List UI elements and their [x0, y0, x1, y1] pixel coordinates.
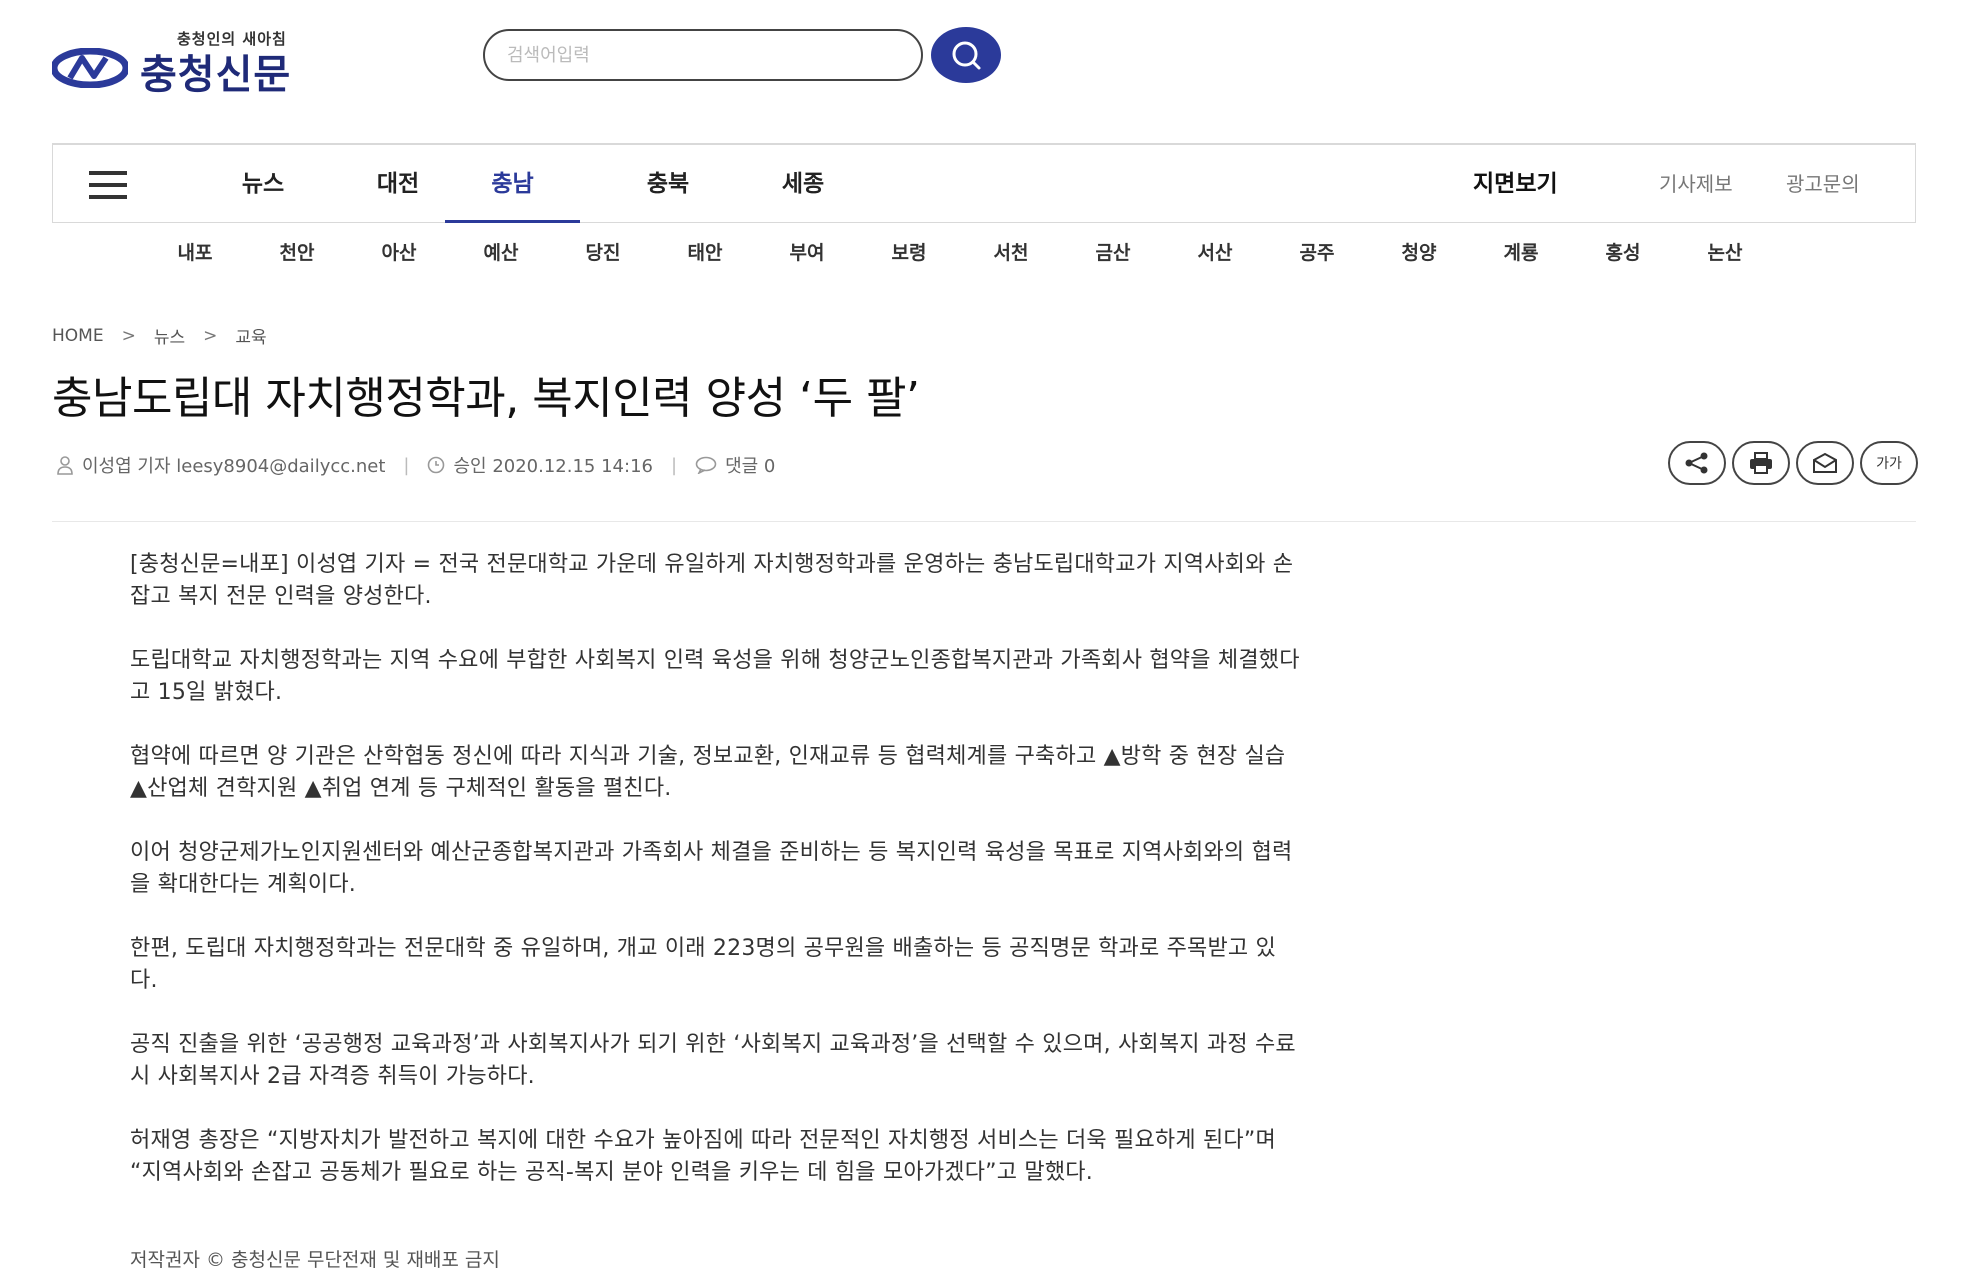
- share-icon: [1685, 452, 1708, 474]
- nav-item-daejeon[interactable]: 대전: [338, 145, 458, 223]
- meta-divider: |: [403, 454, 410, 476]
- sub-item[interactable]: 금산: [1068, 238, 1158, 265]
- sub-item[interactable]: 예산: [456, 238, 546, 265]
- sub-item[interactable]: 서산: [1170, 238, 1260, 265]
- article-paragraph: 도립대학교 자치행정학과는 지역 수요에 부합한 사회복지 인력 육성을 위해 …: [130, 648, 1300, 705]
- page-title: 충남도립대 자치행정학과, 복지인력 양성 ‘두 팔’: [52, 373, 920, 424]
- nav-item-news[interactable]: 뉴스: [203, 145, 323, 223]
- sub-item[interactable]: 청양: [1374, 238, 1464, 265]
- sub-item[interactable]: 당진: [558, 238, 648, 265]
- sub-item[interactable]: 천안: [252, 238, 342, 265]
- sub-item[interactable]: 보령: [864, 238, 954, 265]
- chevron-right-icon: >: [121, 325, 136, 346]
- divider-line: [52, 521, 1916, 522]
- search-icon: [952, 41, 981, 70]
- article-paragraph: 허재영 총장은 “지방자치가 발전하고 복지에 대한 수요가 높아짐에 따라 전…: [130, 1128, 1276, 1185]
- breadcrumb: HOME > 뉴스 > 교육: [52, 323, 267, 349]
- article-meta: 이성엽 기자 leesy8904@dailycc.net | 승인 2020.1…: [56, 452, 775, 478]
- article-tools: 가가: [1668, 441, 1918, 485]
- article-body: [충청신문=내포] 이성엽 기자 = 전국 전문대학교 가운데 유일하게 자치행…: [130, 549, 1300, 1221]
- main-nav: 뉴스 대전 충남 충북 세종 지면보기 기사제보 광고문의: [52, 143, 1916, 223]
- logo-mark-icon: [52, 48, 128, 88]
- search-input[interactable]: [483, 29, 923, 81]
- site-logo[interactable]: 충청인의 새아침 충청신문: [52, 28, 372, 98]
- mail-icon: [1813, 452, 1837, 473]
- article-paragraph: 이어 청양군제가노인지원센터와 예산군종합복지관과 가족회사 체결을 준비하는 …: [130, 840, 1293, 897]
- menu-icon[interactable]: [89, 171, 127, 199]
- printer-icon: [1750, 452, 1772, 474]
- print-button[interactable]: [1732, 441, 1790, 485]
- nav-print-edition[interactable]: 지면보기: [1473, 145, 1558, 223]
- sub-item[interactable]: 부여: [762, 238, 852, 265]
- sub-item[interactable]: 아산: [354, 238, 444, 265]
- sub-item[interactable]: 공주: [1272, 238, 1362, 265]
- sub-item[interactable]: 계룡: [1476, 238, 1566, 265]
- breadcrumb-home[interactable]: HOME: [52, 326, 104, 346]
- user-icon: [57, 456, 73, 475]
- nav-item-chungnam[interactable]: 충남: [445, 145, 580, 223]
- font-size-button[interactable]: 가가: [1860, 441, 1918, 485]
- share-button[interactable]: [1668, 441, 1726, 485]
- sub-item[interactable]: 태안: [660, 238, 750, 265]
- article-paragraph: 한편, 도립대 자치행정학과는 전문대학 중 유일하며, 개교 이래 223명의…: [130, 936, 1276, 993]
- logo-site-name: 충청신문: [140, 52, 292, 98]
- nav-ad-inquiry[interactable]: 광고문의: [1786, 145, 1860, 223]
- email-button[interactable]: [1796, 441, 1854, 485]
- approved-date: 승인 2020.12.15 14:16: [453, 456, 653, 477]
- breadcrumb-news[interactable]: 뉴스: [154, 323, 185, 348]
- sub-item[interactable]: 내포: [150, 238, 240, 265]
- comment-count[interactable]: 댓글 0: [725, 452, 775, 478]
- sub-item[interactable]: 논산: [1680, 238, 1770, 265]
- sub-item[interactable]: 홍성: [1578, 238, 1668, 265]
- reporter-byline: 이성엽 기자 leesy8904@dailycc.net: [82, 456, 386, 477]
- breadcrumb-education[interactable]: 교육: [235, 323, 266, 348]
- article-paragraph: 협약에 따르면 양 기관은 산학협동 정신에 따라 지식과 기술, 정보교환, …: [130, 744, 1286, 801]
- copyright-notice: 저작권자 © 충청신문 무단전재 및 재배포 금지: [130, 1249, 500, 1271]
- nav-item-chungbuk[interactable]: 충북: [608, 145, 728, 223]
- article-paragraph: 공직 진출을 위한 ‘공공행정 교육과정’과 사회복지사가 되기 위한 ‘사회복…: [130, 1032, 1296, 1089]
- article-paragraph: [충청신문=내포] 이성엽 기자 = 전국 전문대학교 가운데 유일하게 자치행…: [130, 552, 1294, 609]
- nav-news-tip[interactable]: 기사제보: [1659, 145, 1733, 223]
- search-button[interactable]: [931, 27, 1001, 83]
- sub-item[interactable]: 서천: [966, 238, 1056, 265]
- nav-item-sejong[interactable]: 세종: [743, 145, 863, 223]
- meta-divider: |: [670, 454, 678, 476]
- comment-icon: [695, 456, 717, 474]
- clock-icon: [428, 456, 445, 474]
- chevron-right-icon: >: [203, 325, 218, 346]
- sub-nav: 내포 천안 아산 예산 당진 태안 부여 보령 서천 금산 서산 공주 청양 계…: [0, 238, 1974, 272]
